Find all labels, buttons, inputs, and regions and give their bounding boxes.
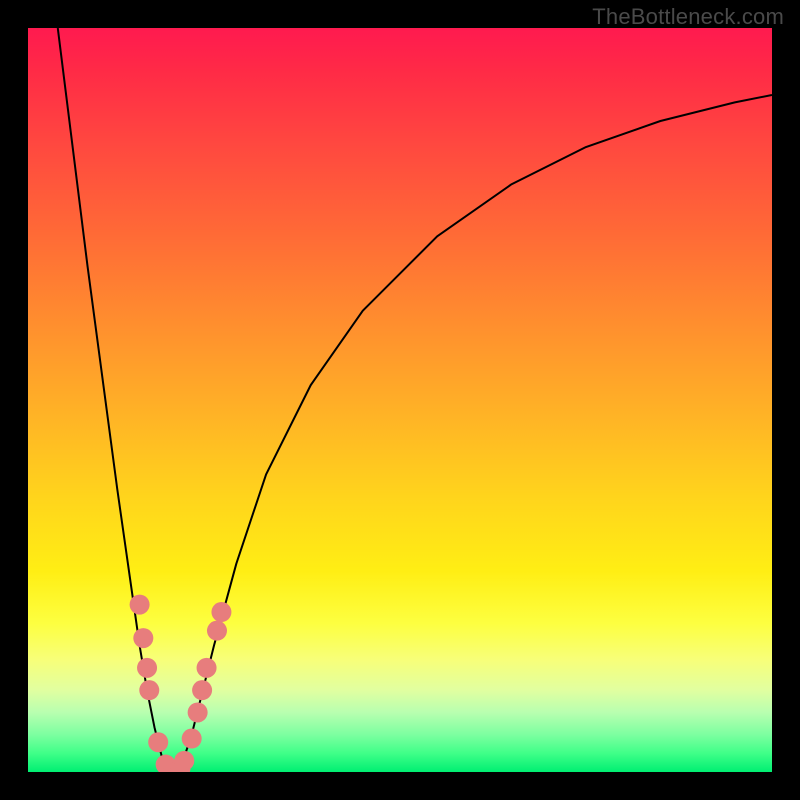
- data-marker: [148, 732, 168, 752]
- chart-svg: [28, 28, 772, 772]
- data-marker: [174, 751, 194, 771]
- bottleneck-curve: [58, 28, 772, 772]
- chart-frame: TheBottleneck.com: [0, 0, 800, 800]
- curve-layer: [58, 28, 772, 772]
- data-marker: [130, 595, 150, 615]
- marker-layer: [130, 595, 232, 772]
- data-marker: [139, 680, 159, 700]
- data-marker: [137, 658, 157, 678]
- data-marker: [211, 602, 231, 622]
- watermark-text: TheBottleneck.com: [592, 4, 784, 30]
- data-marker: [197, 658, 217, 678]
- data-marker: [133, 628, 153, 648]
- data-marker: [192, 680, 212, 700]
- data-marker: [188, 702, 208, 722]
- plot-area: [28, 28, 772, 772]
- data-marker: [207, 621, 227, 641]
- data-marker: [182, 729, 202, 749]
